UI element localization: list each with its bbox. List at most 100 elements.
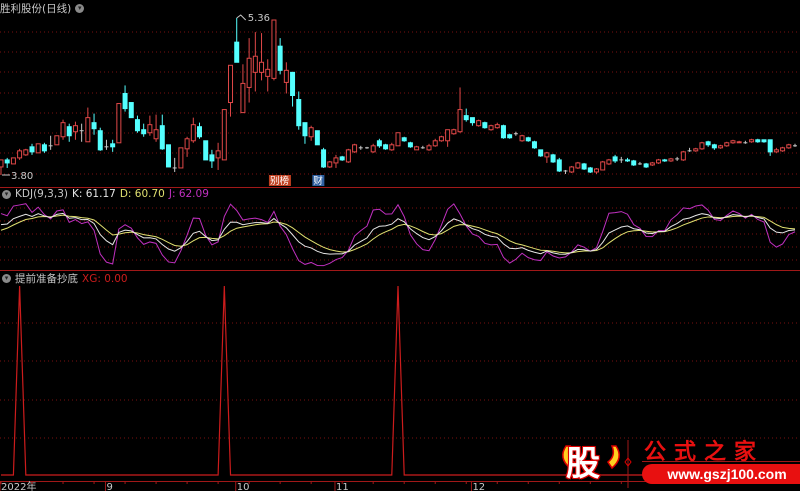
candle	[513, 131, 518, 136]
candle-body	[60, 122, 66, 138]
max-pointer	[236, 14, 247, 21]
candle-body	[438, 136, 444, 142]
candle	[773, 147, 779, 153]
candle-body	[370, 145, 376, 153]
candle-body	[469, 117, 475, 124]
candle	[277, 38, 283, 75]
candle	[438, 135, 444, 142]
candle	[575, 161, 581, 169]
candle-body	[321, 149, 327, 168]
candle-body	[649, 162, 655, 166]
candle	[370, 143, 376, 153]
xg-value: XG: 0.00	[82, 272, 128, 285]
candle-body	[345, 149, 351, 163]
candle-body	[246, 57, 252, 88]
candle	[414, 145, 420, 151]
candle-body	[178, 147, 184, 169]
candle-body	[159, 125, 165, 150]
candle-body	[755, 139, 761, 143]
kdj-d-value: D: 60.70	[119, 188, 165, 200]
candle	[395, 132, 401, 147]
candle-body	[643, 163, 649, 168]
candle	[736, 140, 742, 144]
candle-body	[190, 124, 196, 142]
logo-glyph: 股	[566, 444, 600, 484]
candle	[35, 143, 41, 154]
stock-chart[interactable]: 5.363.80 别榜 财2022年 9 10 11 12	[0, 0, 800, 491]
candle	[668, 157, 674, 162]
candle	[631, 159, 637, 166]
candle-body	[463, 115, 469, 121]
candle-body	[724, 142, 730, 147]
chevron-down-circle-icon[interactable]: ▾	[2, 274, 11, 283]
candle	[693, 147, 699, 152]
candle	[184, 136, 190, 157]
candle-body	[531, 141, 537, 149]
candle-body	[327, 161, 333, 168]
candle-body	[215, 150, 221, 159]
candle	[128, 102, 134, 119]
candle	[786, 143, 792, 149]
candle	[494, 122, 500, 129]
axis-label: 12	[472, 482, 485, 491]
chevron-down-circle-icon[interactable]: ▾	[75, 4, 85, 13]
candle	[606, 158, 612, 165]
candle-body	[17, 150, 23, 159]
candle	[91, 113, 97, 135]
candle	[122, 85, 128, 112]
candle-body	[631, 160, 637, 166]
candle	[482, 121, 488, 129]
candle	[675, 156, 680, 161]
candle-body	[389, 144, 395, 151]
candle	[550, 153, 556, 163]
candle	[228, 64, 234, 117]
candle	[0, 159, 4, 175]
candle	[271, 19, 277, 81]
chevron-down-circle-icon[interactable]: ▾	[2, 189, 11, 199]
candle-body	[662, 159, 668, 162]
candle	[432, 138, 438, 147]
candle	[793, 143, 797, 147]
candle-body	[128, 102, 134, 119]
candle	[265, 59, 271, 92]
candle-body	[767, 139, 773, 153]
candle	[420, 145, 425, 149]
candle	[451, 128, 457, 135]
candle	[197, 122, 202, 139]
candle	[178, 147, 184, 169]
candle-body	[41, 144, 47, 152]
candle	[705, 140, 711, 147]
candle	[364, 146, 369, 149]
candle	[743, 140, 748, 144]
candle-body	[153, 129, 159, 140]
candle-body	[457, 109, 463, 133]
candle	[780, 146, 786, 152]
candle	[625, 157, 631, 162]
candle	[426, 143, 432, 151]
kdj-header: ▾ KDJ(9,3,3) K: 61.17 D: 60.70 J: 62.09	[2, 188, 209, 200]
candle-body	[718, 145, 724, 149]
candle-body	[575, 162, 581, 169]
candle-body	[414, 146, 420, 151]
chart-title: 胜利股份(日线)	[0, 3, 72, 15]
candle	[612, 154, 618, 163]
candle	[761, 139, 767, 143]
candle-body	[302, 122, 308, 137]
candle-body	[749, 139, 755, 143]
candle	[17, 148, 23, 160]
candle	[699, 141, 705, 150]
candle-body	[581, 163, 587, 170]
candle-body	[699, 142, 705, 150]
candle-body	[296, 99, 302, 127]
candle	[302, 122, 308, 144]
candle	[190, 117, 196, 143]
candle	[544, 151, 550, 163]
candle-body	[197, 126, 202, 138]
candle-body	[221, 109, 227, 161]
candle-body	[544, 152, 550, 158]
candle	[680, 150, 686, 161]
candle-body	[252, 55, 258, 73]
candle-body	[66, 126, 72, 137]
candle	[72, 121, 78, 140]
candle	[234, 18, 240, 63]
